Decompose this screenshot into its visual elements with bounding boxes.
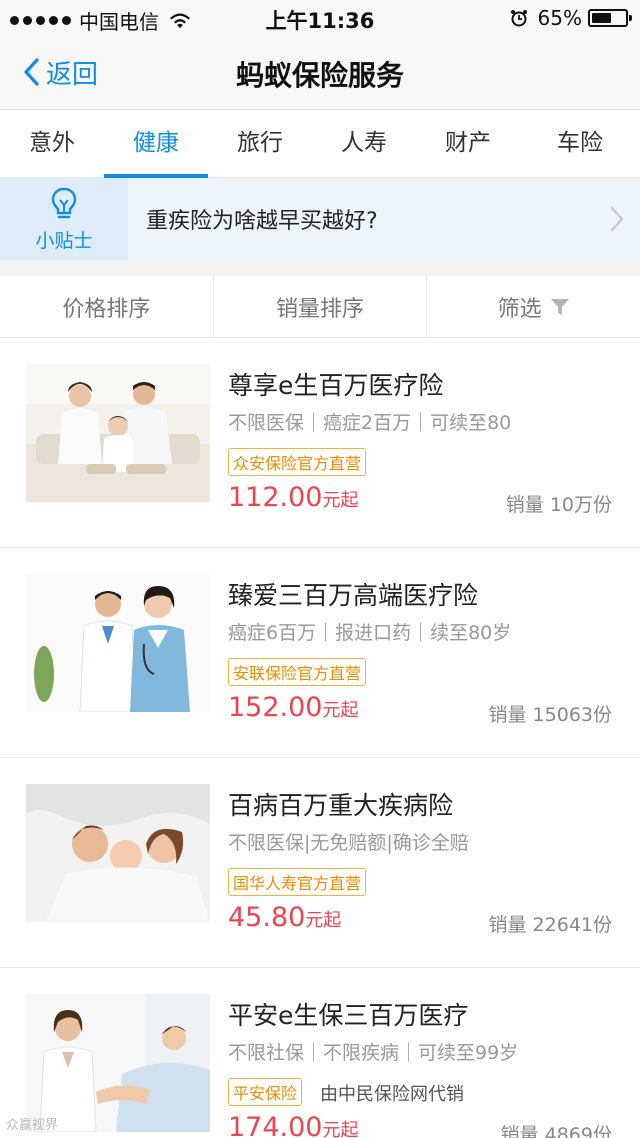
product-card[interactable]: 尊享e生百万医疗险 不限医保｜癌症2百万｜可续至80 众安保险官方直营 112.… bbox=[0, 338, 640, 548]
product-card[interactable]: 臻爱三百万高端医疗险 癌症6百万｜报进口药｜续至80岁 安联保险官方直营 152… bbox=[0, 548, 640, 758]
price-unit: 元起 bbox=[305, 910, 342, 931]
product-sales: 销量 22641份 bbox=[488, 914, 612, 936]
product-features: 不限社保｜不限疾病｜可续至99岁 bbox=[228, 1042, 519, 1064]
sort-by-sales-button[interactable]: 销量排序 bbox=[212, 276, 427, 337]
product-price: 112.00元起 bbox=[228, 482, 358, 513]
alarm-icon bbox=[510, 10, 527, 27]
chevron-right-icon bbox=[610, 206, 624, 232]
tip-badge-label: 小贴士 bbox=[35, 229, 93, 252]
price-value: 174.00 bbox=[228, 1112, 323, 1138]
official-store-badge: 国华人寿官方直营 bbox=[228, 868, 367, 896]
price-unit: 元起 bbox=[322, 490, 359, 511]
product-image-family-blanket bbox=[26, 784, 210, 922]
price-value: 152.00 bbox=[228, 692, 323, 723]
status-right: 65% bbox=[510, 6, 632, 30]
product-title: 臻爱三百万高端医疗险 bbox=[228, 581, 479, 610]
tab-life[interactable]: 人寿 bbox=[312, 110, 416, 177]
product-card[interactable]: 平安e生保三百万医疗 不限社保｜不限疾病｜可续至99岁 平安保险 由中民保险网代… bbox=[0, 968, 640, 1138]
tip-badge: 小贴士 bbox=[0, 178, 128, 260]
category-tabs: 意外 健康 旅行 人寿 财产 车险 bbox=[0, 110, 640, 178]
price-unit: 元起 bbox=[322, 700, 359, 721]
price-value: 112.00 bbox=[228, 482, 323, 513]
tab-property[interactable]: 财产 bbox=[416, 110, 520, 177]
sort-bar: 价格排序 销量排序 筛选 bbox=[0, 276, 640, 338]
product-features: 癌症6百万｜报进口药｜续至80岁 bbox=[228, 622, 512, 644]
page-title: 蚂蚁保险服务 bbox=[235, 59, 404, 92]
agent-label: 由中民保险网代销 bbox=[320, 1084, 464, 1105]
lightbulb-icon bbox=[51, 187, 77, 218]
battery-percent: 65% bbox=[537, 6, 582, 30]
tab-car[interactable]: 车险 bbox=[520, 110, 640, 177]
status-bar: 中国电信 上午11:36 65% bbox=[0, 0, 640, 36]
filter-funnel-icon bbox=[550, 298, 569, 315]
section-gap bbox=[0, 260, 640, 276]
price-unit: 元起 bbox=[322, 1120, 359, 1138]
store-badge: 平安保险 bbox=[228, 1078, 303, 1106]
product-sales: 销量 4869份 bbox=[500, 1124, 612, 1138]
filter-button[interactable]: 筛选 bbox=[426, 276, 640, 337]
product-image-doctor-patient bbox=[26, 994, 210, 1132]
product-price: 174.00元起 bbox=[228, 1112, 358, 1138]
nav-bar: 返回 蚂蚁保险服务 bbox=[0, 36, 640, 110]
sort-by-price-button[interactable]: 价格排序 bbox=[0, 276, 213, 337]
sort-sales-label: 销量排序 bbox=[276, 296, 365, 322]
official-store-badge: 众安保险官方直营 bbox=[228, 448, 367, 476]
tip-banner[interactable]: 小贴士 重疾险为啥越早买越好? bbox=[0, 178, 640, 260]
product-price: 152.00元起 bbox=[228, 692, 358, 723]
product-sales: 销量 10万份 bbox=[505, 494, 612, 516]
product-title: 尊享e生百万医疗险 bbox=[228, 371, 444, 400]
filter-label: 筛选 bbox=[497, 296, 542, 322]
tip-text: 重疾险为啥越早买越好? bbox=[146, 209, 378, 234]
tab-accident[interactable]: 意外 bbox=[0, 110, 104, 177]
product-features: 不限医保｜癌症2百万｜可续至80 bbox=[228, 412, 512, 434]
tab-travel[interactable]: 旅行 bbox=[208, 110, 312, 177]
product-title: 百病百万重大疾病险 bbox=[228, 791, 454, 820]
tab-health[interactable]: 健康 bbox=[104, 110, 208, 178]
price-value: 45.80 bbox=[228, 902, 306, 933]
sort-price-label: 价格排序 bbox=[62, 296, 151, 322]
official-store-badge: 安联保险官方直营 bbox=[228, 658, 367, 686]
product-sales: 销量 15063份 bbox=[488, 704, 612, 726]
product-card[interactable]: 百病百万重大疾病险 不限医保|无免赔额|确诊全赔 国华人寿官方直营 45.80元… bbox=[0, 758, 640, 968]
product-price: 45.80元起 bbox=[228, 902, 341, 933]
product-title: 平安e生保三百万医疗 bbox=[228, 1001, 469, 1030]
product-features: 不限医保|无免赔额|确诊全赔 bbox=[228, 832, 469, 854]
product-image-family bbox=[26, 364, 210, 502]
watermark: 众赢视界 bbox=[6, 1118, 59, 1133]
product-image-doctors bbox=[26, 574, 210, 712]
battery-icon bbox=[588, 9, 632, 27]
